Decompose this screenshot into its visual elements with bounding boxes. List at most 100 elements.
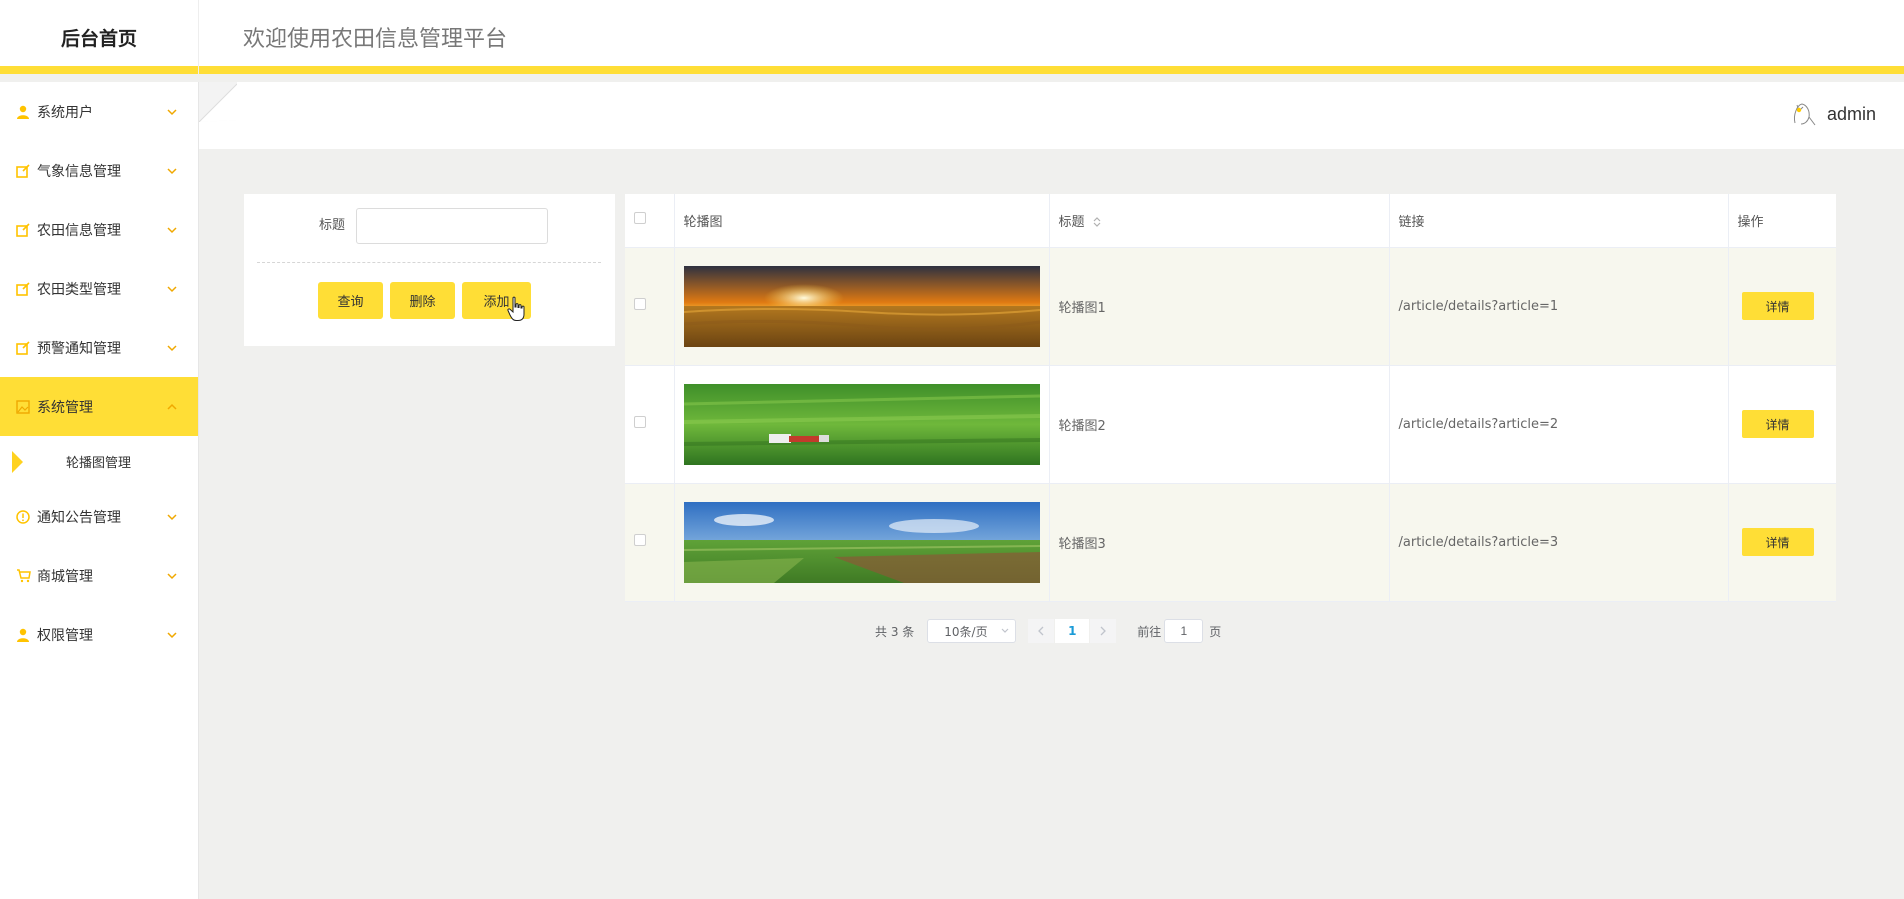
column-header-image: 轮播图 [674,194,1050,248]
picture-icon [15,399,31,415]
top-header: 后台首页 欢迎使用农田信息管理平台 [0,0,1904,74]
sidebar-item-label: 系统用户 [37,104,93,121]
query-button[interactable]: 查询 [318,282,383,319]
page-size-select[interactable]: 10条/页 [927,619,1017,643]
sidebar-item-weather[interactable]: 气象信息管理 [0,141,198,200]
carousel-image-farmland-blue-sky [683,501,1040,583]
select-all-checkbox[interactable] [634,212,646,225]
column-header-title-label: 标题 [1058,214,1085,230]
action-cell: 详情 [1728,247,1836,366]
user-icon [15,104,31,120]
carousel-image-green-field-tractor [683,383,1040,465]
sort-icon[interactable] [1093,216,1101,228]
cart-icon [15,568,31,584]
detail-button[interactable]: 详情 [1741,528,1814,556]
chevron-up-icon [167,403,177,410]
chevron-down-icon [167,631,177,638]
title-cell: 轮播图2 [1049,365,1390,484]
page-number-button[interactable]: 1 [1055,619,1090,643]
sidebar-subitem-carousel[interactable]: 轮播图管理 [0,436,198,487]
column-header-link: 链接 [1389,194,1729,248]
sidebar-item-farmland-type[interactable]: 农田类型管理 [0,259,198,318]
table-row: 轮播图3 /article/details?article=3 详情 [625,483,1836,602]
delete-button[interactable]: 删除 [390,282,455,319]
edit-square-icon [15,281,31,297]
total-count: 共 3 条 [875,624,915,639]
row-select-cell [625,365,675,484]
sidebar-item-system-management[interactable]: 系统管理 [0,377,198,436]
title-search-input[interactable] [356,208,548,244]
title-label: 标题 [319,218,346,233]
column-header-action: 操作 [1728,194,1836,248]
sidebar-item-label: 系统管理 [37,399,93,416]
action-cell: 详情 [1728,365,1836,484]
chevron-down-icon [167,344,177,351]
row-checkbox[interactable] [634,416,646,428]
column-header-title[interactable]: 标题 [1049,194,1390,248]
goto-page-input[interactable] [1164,619,1204,643]
action-buttons: 查询 删除 添加 [318,282,531,319]
chevron-down-icon [167,108,177,115]
sidebar-subitem-label: 轮播图管理 [66,456,132,471]
link-cell: /article/details?article=1 [1389,247,1729,366]
carousel-table: 轮播图 标题 链接 操作 轮播图1 /article/details?artic… [625,194,1836,602]
carousel-image-cell [674,365,1050,484]
sub-header: admin [199,82,1904,149]
sidebar-item-label: 预警通知管理 [37,340,121,357]
sidebar-item-label: 通知公告管理 [37,509,121,526]
chevron-down-icon [167,572,177,579]
carousel-image-cell [674,247,1050,366]
sidebar-item-warning[interactable]: 预警通知管理 [0,318,198,377]
link-cell: /article/details?article=3 [1389,483,1729,602]
goto-suffix: 页 [1209,624,1222,639]
sidebar-item-farmland-info[interactable]: 农田信息管理 [0,200,198,259]
link-cell: /article/details?article=2 [1389,365,1729,484]
action-cell: 详情 [1728,483,1836,602]
divider [257,262,601,263]
chevron-left-icon [1038,626,1044,636]
row-checkbox[interactable] [634,534,646,546]
sidebar-item-label: 农田类型管理 [37,281,121,298]
edit-square-icon [15,163,31,179]
username: admin [1826,103,1876,124]
sidebar-item-label: 农田信息管理 [37,222,121,239]
user-menu[interactable]: admin [1785,96,1876,132]
sidebar-item-permissions[interactable]: 权限管理 [0,605,198,664]
table-header-row: 轮播图 标题 链接 操作 [625,194,1836,248]
sidebar-item-label: 气象信息管理 [37,163,121,180]
collapse-sidebar-icon[interactable] [199,82,237,122]
next-page-button[interactable] [1090,619,1117,643]
carousel-image-cell [674,483,1050,602]
user-icon [15,627,31,643]
site-title: 欢迎使用农田信息管理平台 [243,27,508,52]
chevron-right-icon [1100,626,1107,636]
edit-square-icon [15,222,31,238]
goto-label: 前往 [1137,624,1162,639]
sidebar-item-label: 权限管理 [37,627,93,644]
avatar [1785,98,1818,130]
detail-button[interactable]: 详情 [1741,410,1814,438]
row-checkbox[interactable] [634,298,646,310]
carousel-image-sunset-wheat-field [683,265,1040,347]
detail-button[interactable]: 详情 [1741,292,1814,320]
edit-square-icon [15,340,31,356]
row-select-cell [625,247,675,366]
chevron-down-icon [167,226,177,233]
search-panel: 标题 查询 删除 添加 [244,194,615,346]
prev-page-button[interactable] [1028,619,1055,643]
title-search-row: 标题 [244,208,615,244]
chevron-down-icon [167,285,177,292]
select-all-cell [625,194,675,248]
sidebar: 系统用户 气象信息管理 农田信息管理 农田类型管理 预警通知管理 系统管理 轮播… [0,82,199,899]
home-link[interactable]: 后台首页 [0,0,199,74]
sidebar-item-shop[interactable]: 商城管理 [0,546,198,605]
page-size-value: 10条/页 [944,624,988,639]
table-row: 轮播图1 /article/details?article=1 详情 [625,247,1836,366]
sidebar-item-system-users[interactable]: 系统用户 [0,82,198,141]
info-circle-icon [15,509,31,525]
sidebar-item-label: 商城管理 [37,568,93,585]
add-button[interactable]: 添加 [462,282,531,319]
active-marker [12,451,23,473]
pagination: 共 3 条 10条/页 1 前往 页 [875,619,1221,643]
sidebar-item-announcements[interactable]: 通知公告管理 [0,487,198,546]
